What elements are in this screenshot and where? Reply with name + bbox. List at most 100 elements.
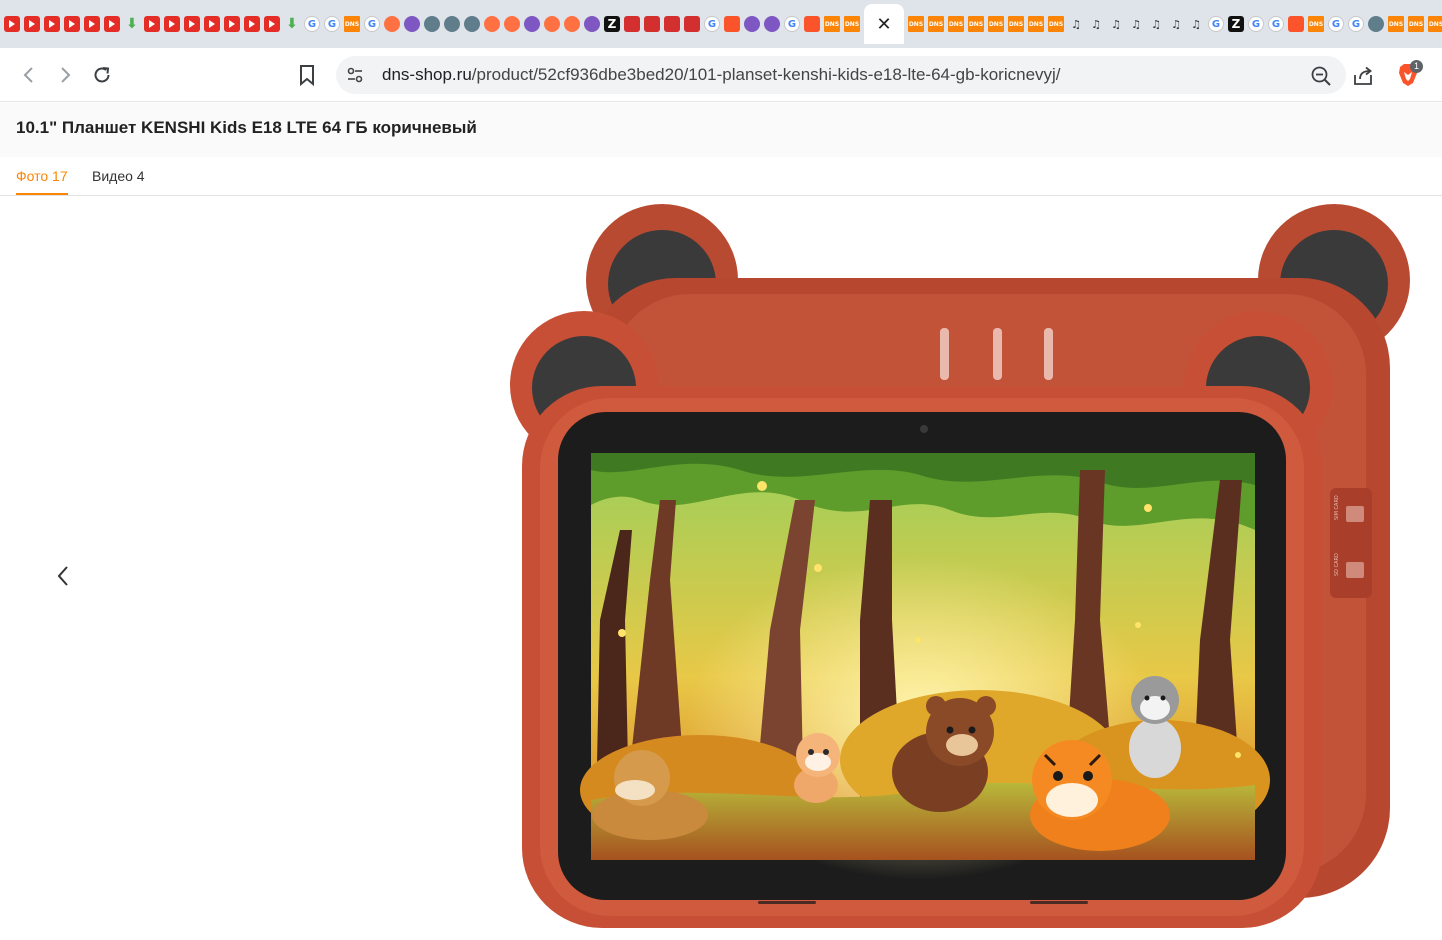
tab-favicon-dns-icon[interactable]: DNS <box>1308 16 1324 32</box>
tab-favicon-dns-icon[interactable]: DNS <box>844 16 860 32</box>
tab-favicon-c2-icon[interactable] <box>524 16 540 32</box>
zoom-button[interactable] <box>1310 65 1332 87</box>
tab-favicon-c1-icon[interactable] <box>564 16 580 32</box>
tab-favicon-yt-icon[interactable] <box>4 16 20 32</box>
tab-photos[interactable]: Фото 17 <box>16 168 68 195</box>
browser-toolbar: dns-shop.ru/product/52cf936dbe3bed20/101… <box>0 48 1442 102</box>
address-bar[interactable]: dns-shop.ru/product/52cf936dbe3bed20/101… <box>336 56 1346 94</box>
tab-favicon-red-icon[interactable] <box>644 16 660 32</box>
site-settings-icon[interactable] <box>346 66 364 84</box>
zoom-out-icon <box>1311 66 1331 86</box>
reload-button[interactable] <box>89 62 115 88</box>
tab-favicon-yt-icon[interactable] <box>44 16 60 32</box>
tab-favicon-n-icon[interactable]: ♫ <box>1088 16 1104 32</box>
tab-favicon-yt-icon[interactable] <box>64 16 80 32</box>
tab-favicon-dns-icon[interactable]: DNS <box>988 16 1004 32</box>
tab-favicon-dns-icon[interactable]: DNS <box>928 16 944 32</box>
tab-favicon-g-icon[interactable]: G <box>784 16 800 32</box>
tab-favicon-dns-icon[interactable]: DNS <box>1388 16 1404 32</box>
tab-favicon-brave-icon[interactable] <box>1288 16 1304 32</box>
tab-favicon-n-icon[interactable]: ♫ <box>1128 16 1144 32</box>
tab-favicon-dl-icon[interactable]: ⬇ <box>284 16 300 32</box>
tab-favicon-c1-icon[interactable] <box>384 16 400 32</box>
tab-favicon-z-icon[interactable]: Z <box>604 16 620 32</box>
product-title: 10.1" Планшет KENSHI Kids E18 LTE 64 ГБ … <box>16 118 477 137</box>
tab-favicon-dns-icon[interactable]: DNS <box>344 16 360 32</box>
tab-favicon-c2-icon[interactable] <box>404 16 420 32</box>
tab-favicon-dns-icon[interactable]: DNS <box>908 16 924 32</box>
tab-favicon-g-icon[interactable]: G <box>1328 16 1344 32</box>
tab-favicon-yt-icon[interactable] <box>144 16 160 32</box>
tab-favicon-n-icon[interactable]: ♫ <box>1108 16 1124 32</box>
tab-favicon-g-icon[interactable]: G <box>324 16 340 32</box>
tab-favicon-dl-icon[interactable]: ⬇ <box>124 16 140 32</box>
tab-favicon-n-icon[interactable]: ♫ <box>1188 16 1204 32</box>
brave-badge-count: 1 <box>1410 60 1423 73</box>
url-path: /product/52cf936dbe3bed20/101-planset-ke… <box>471 65 1061 84</box>
tab-favicon-dns-icon[interactable]: DNS <box>1008 16 1024 32</box>
tab-favicon-g-icon[interactable]: G <box>1348 16 1364 32</box>
tab-favicon-brave-icon[interactable] <box>804 16 820 32</box>
tab-favicon-g-icon[interactable]: G <box>1268 16 1284 32</box>
media-tabs: Фото 17 Видео 4 <box>0 157 1442 196</box>
tab-favicon-yt-icon[interactable] <box>24 16 40 32</box>
back-button[interactable] <box>16 62 42 88</box>
tab-favicon-n-icon[interactable]: ♫ <box>1148 16 1164 32</box>
share-icon <box>1354 66 1372 85</box>
tablet-front-view <box>510 311 1332 928</box>
tab-favicon-c3-icon[interactable] <box>1368 16 1384 32</box>
tab-favicon-g-icon[interactable]: G <box>304 16 320 32</box>
tab-favicon-yt-icon[interactable] <box>184 16 200 32</box>
gallery-prev-button[interactable] <box>50 562 76 590</box>
tab-favicon-g-icon[interactable]: G <box>704 16 720 32</box>
tab-favicon-n-icon[interactable]: ♫ <box>1068 16 1084 32</box>
tab-favicon-c1-icon[interactable] <box>484 16 500 32</box>
tab-favicon-yt-icon[interactable] <box>244 16 260 32</box>
product-photo: SIM CARD SD CARD <box>510 204 1410 928</box>
tab-favicon-red-icon[interactable] <box>684 16 700 32</box>
reload-icon <box>94 67 110 83</box>
bookmark-icon <box>300 65 314 86</box>
tab-favicon-dns-icon[interactable]: DNS <box>1028 16 1044 32</box>
tab-videos[interactable]: Видео 4 <box>92 168 145 184</box>
tab-favicon-z-icon[interactable]: Z <box>1228 16 1244 32</box>
brave-shields-button[interactable]: 1 <box>1396 60 1423 88</box>
tab-favicon-dns-icon[interactable]: DNS <box>1048 16 1064 32</box>
tab-favicon-brave-icon[interactable] <box>724 16 740 32</box>
tab-favicon-yt-icon[interactable] <box>264 16 280 32</box>
tab-favicon-g-icon[interactable]: G <box>1248 16 1264 32</box>
chevron-left-icon <box>57 566 68 586</box>
tab-favicon-red-icon[interactable] <box>664 16 680 32</box>
tab-favicon-dns-icon[interactable]: DNS <box>948 16 964 32</box>
chevron-right-icon <box>61 67 71 83</box>
tab-favicon-g-icon[interactable]: G <box>1208 16 1224 32</box>
tab-favicon-c3-icon[interactable] <box>424 16 440 32</box>
share-button[interactable] <box>1352 65 1374 87</box>
tab-favicon-yt-icon[interactable] <box>164 16 180 32</box>
tab-favicon-dns-icon[interactable]: DNS <box>1408 16 1424 32</box>
sim-card-label: SIM CARD <box>1334 495 1340 520</box>
tab-favicon-dns-icon[interactable]: DNS <box>824 16 840 32</box>
tab-favicon-c3-icon[interactable] <box>464 16 480 32</box>
tab-favicon-c2-icon[interactable] <box>764 16 780 32</box>
active-tab-close-button[interactable]: ✕ <box>864 4 904 44</box>
tab-favicon-c2-icon[interactable] <box>744 16 760 32</box>
tab-favicon-g-icon[interactable]: G <box>364 16 380 32</box>
tab-favicon-dns-icon[interactable]: DNS <box>1428 16 1442 32</box>
tab-favicon-yt-icon[interactable] <box>204 16 220 32</box>
tab-favicon-c1-icon[interactable] <box>544 16 560 32</box>
tab-favicon-n-icon[interactable]: ♫ <box>1168 16 1184 32</box>
tablet-screen <box>580 453 1270 880</box>
sd-card-label: SD CARD <box>1334 553 1340 576</box>
forward-button[interactable] <box>52 62 78 88</box>
tab-favicon-yt-icon[interactable] <box>84 16 100 32</box>
tab-favicon-dns-icon[interactable]: DNS <box>968 16 984 32</box>
tab-favicon-c1-icon[interactable] <box>504 16 520 32</box>
bookmark-button[interactable] <box>294 62 320 88</box>
tab-favicon-red-icon[interactable] <box>624 16 640 32</box>
tab-favicon-yt-icon[interactable] <box>224 16 240 32</box>
tab-favicon-c2-icon[interactable] <box>584 16 600 32</box>
url-text[interactable]: dns-shop.ru/product/52cf936dbe3bed20/101… <box>382 65 1061 85</box>
tab-favicon-yt-icon[interactable] <box>104 16 120 32</box>
tab-favicon-c3-icon[interactable] <box>444 16 460 32</box>
